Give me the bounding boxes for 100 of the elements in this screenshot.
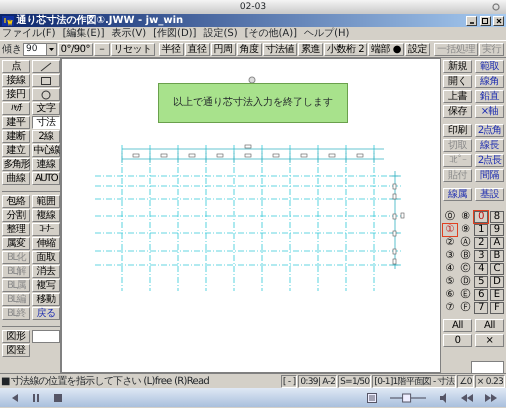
tool-button[interactable]: 線属: [443, 188, 472, 201]
layer-group-button[interactable]: ③: [443, 250, 457, 262]
layer-button[interactable]: C: [490, 263, 504, 275]
tool-button[interactable]: 開く: [443, 75, 472, 88]
menu-item[interactable]: [作図(D)]: [153, 27, 196, 40]
tool-button[interactable]: 中心線: [32, 144, 60, 157]
tool-button[interactable]: 範取: [475, 60, 504, 73]
layer-group-button[interactable]: ⑦: [443, 302, 457, 314]
fast-forward-icon[interactable]: [484, 392, 498, 404]
tool-button[interactable]: 曲線: [2, 172, 30, 185]
toolbar-button[interactable]: 直径: [184, 42, 210, 56]
tool-button[interactable]: AUTO: [32, 172, 60, 185]
layer-button[interactable]: 0: [474, 211, 488, 223]
rewind-icon[interactable]: [460, 392, 474, 404]
tool-button[interactable]: 寸法: [32, 116, 60, 129]
menu-item[interactable]: 表示(V): [112, 27, 146, 40]
layer-group-button[interactable]: ⑨: [458, 224, 473, 236]
toolbar-button[interactable]: 寸法値: [262, 42, 298, 56]
tool-button[interactable]: 文字: [32, 102, 60, 115]
tool-button[interactable]: 面取: [32, 251, 60, 264]
layer-button[interactable]: E: [490, 289, 504, 301]
layer-button[interactable]: 6: [474, 289, 488, 301]
tool-button[interactable]: 消去: [32, 265, 60, 278]
layer-group-button[interactable]: Ⓐ: [458, 237, 473, 249]
tool-button[interactable]: 点: [2, 60, 30, 73]
rect-tool-button[interactable]: [32, 74, 60, 87]
menu-item[interactable]: 設定(S): [203, 27, 238, 40]
layer-action-button[interactable]: All: [443, 319, 472, 332]
tool-button[interactable]: 移動: [32, 293, 60, 306]
tool-button[interactable]: 戻る: [32, 307, 60, 320]
toolbar-button[interactable]: 0°/90°: [58, 42, 94, 56]
layer-button[interactable]: 1: [474, 224, 488, 236]
tool-button[interactable]: ﾊｯﾁ: [2, 102, 30, 115]
layer-button[interactable]: 8: [490, 211, 504, 223]
toolbar-button[interactable]: 円周: [210, 42, 236, 56]
tool-button[interactable]: 接線: [2, 74, 30, 87]
tool-button[interactable]: 範囲: [32, 195, 60, 208]
tool-button[interactable]: 建断: [2, 130, 30, 143]
tool-button[interactable]: 建平: [2, 116, 30, 129]
toolbar-button[interactable]: 設定: [405, 42, 430, 56]
playlist-icon[interactable]: [366, 392, 378, 404]
layer-button[interactable]: 4: [474, 263, 488, 275]
tool-button[interactable]: 包絡: [2, 195, 30, 208]
toolbar-button[interactable]: 端部 ●: [368, 42, 404, 56]
tool-button[interactable]: 図形: [2, 330, 30, 343]
layer-button[interactable]: 2: [474, 237, 488, 249]
layer-group-button[interactable]: ④: [443, 263, 457, 275]
tool-button[interactable]: 複線: [32, 209, 60, 222]
tool-button[interactable]: 分割: [2, 209, 30, 222]
volume-slider[interactable]: [388, 392, 428, 402]
tool-button[interactable]: 接円: [2, 88, 30, 101]
tool-button[interactable]: 2線: [32, 130, 60, 143]
layer-button[interactable]: A: [490, 237, 504, 249]
layer-group-button[interactable]: ①: [443, 224, 457, 236]
layer-action-button[interactable]: ×: [475, 334, 504, 347]
tool-button[interactable]: 属変: [2, 237, 30, 250]
tool-button[interactable]: ｺｰﾅｰ: [32, 223, 60, 236]
toolbar-button[interactable]: 累進: [298, 42, 324, 56]
tool-button[interactable]: 図登: [2, 344, 30, 357]
toolbar-button[interactable]: 半径: [158, 42, 184, 56]
layer-button[interactable]: 3: [474, 250, 488, 262]
line-tool-button[interactable]: [32, 60, 60, 73]
layer-action-button[interactable]: 0: [443, 334, 472, 347]
pause-icon[interactable]: [30, 392, 42, 404]
volume-thumb[interactable]: [402, 393, 412, 402]
tool-button[interactable]: 鉛直: [475, 90, 504, 103]
layer-group-button[interactable]: ⑧: [458, 211, 473, 223]
tool-button[interactable]: 新規: [443, 60, 472, 73]
tool-button[interactable]: 2点長: [475, 154, 504, 167]
layer-button[interactable]: F: [490, 302, 504, 314]
layer-action-button[interactable]: All: [475, 319, 504, 332]
circle-tool-button[interactable]: [32, 88, 60, 101]
tool-button[interactable]: 印刷: [443, 124, 472, 137]
menu-item[interactable]: [編集(E)]: [62, 27, 104, 40]
tool-button[interactable]: 線角: [475, 75, 504, 88]
tool-button[interactable]: 2点角: [475, 124, 504, 137]
tool-button[interactable]: 保存: [443, 105, 472, 118]
options-icon[interactable]: [492, 3, 500, 11]
tool-button[interactable]: 線長: [475, 139, 504, 152]
toolbar-button[interactable]: －: [94, 42, 110, 56]
menu-item[interactable]: ファイル(F): [2, 27, 56, 40]
tool-button[interactable]: ×軸: [475, 105, 504, 118]
layer-group-button[interactable]: Ⓑ: [458, 250, 473, 262]
stop-icon[interactable]: [52, 392, 64, 404]
layer-group-button[interactable]: ⓪: [443, 211, 457, 223]
tool-button[interactable]: 整理: [2, 223, 30, 236]
tool-button[interactable]: 連線: [32, 158, 60, 171]
layer-group-button[interactable]: Ⓔ: [458, 289, 473, 301]
tool-button[interactable]: 多角形: [2, 158, 30, 171]
layer-group-button[interactable]: Ⓓ: [458, 276, 473, 288]
layer-button[interactable]: 7: [474, 302, 488, 314]
menu-item[interactable]: [その他(A)]: [244, 27, 298, 40]
layer-button[interactable]: B: [490, 250, 504, 262]
toolbar-button[interactable]: 小数桁 2: [324, 42, 368, 56]
layer-group-button[interactable]: ⑤: [443, 276, 457, 288]
tilt-select[interactable]: 90: [23, 42, 57, 56]
toolbar-button[interactable]: 角度: [236, 42, 262, 56]
tool-button[interactable]: 基設: [475, 188, 504, 201]
layer-button[interactable]: 9: [490, 224, 504, 236]
layer-group-button[interactable]: Ⓒ: [458, 263, 473, 275]
